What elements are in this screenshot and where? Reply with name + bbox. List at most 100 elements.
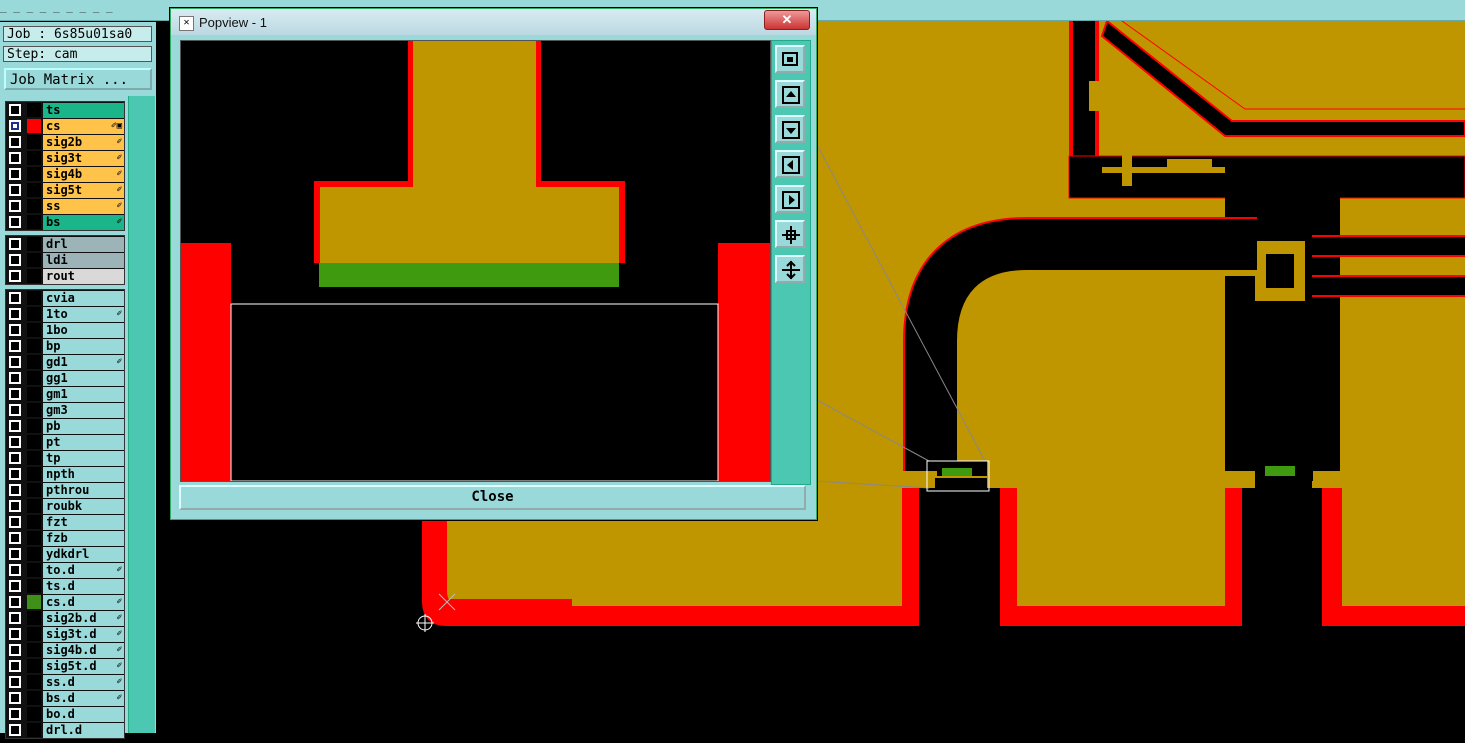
layer-row[interactable]: gd1 ✐: [6, 354, 124, 370]
layer-color-swatch[interactable]: [27, 237, 41, 251]
layer-checkbox[interactable]: [9, 372, 21, 384]
layer-color-swatch[interactable]: [27, 307, 41, 321]
layer-row[interactable]: rout: [6, 268, 124, 284]
layer-checkbox[interactable]: [9, 708, 21, 720]
layer-name[interactable]: tp: [43, 450, 124, 466]
pan-left-button[interactable]: [775, 150, 805, 178]
layer-checkbox[interactable]: [9, 580, 21, 592]
layer-row[interactable]: bo.d: [6, 706, 124, 722]
layer-row[interactable]: gg1: [6, 370, 124, 386]
layer-row[interactable]: 1to ✐: [6, 306, 124, 322]
layer-checkbox[interactable]: [9, 184, 21, 196]
layer-checkbox[interactable]: [9, 200, 21, 212]
layer-checkbox[interactable]: [9, 404, 21, 416]
layer-name[interactable]: 1bo: [43, 322, 124, 338]
layer-checkbox[interactable]: [9, 104, 21, 116]
layer-color-swatch[interactable]: [27, 499, 41, 513]
layer-checkbox[interactable]: [9, 388, 21, 400]
layer-checkbox[interactable]: [9, 238, 21, 250]
layer-checkbox[interactable]: [9, 120, 21, 132]
layer-name[interactable]: sig2b.d ✐: [43, 610, 124, 626]
layer-row[interactable]: fzt: [6, 514, 124, 530]
layer-checkbox[interactable]: [9, 548, 21, 560]
layer-color-swatch[interactable]: [27, 215, 41, 229]
layer-color-swatch[interactable]: [27, 611, 41, 625]
layer-row[interactable]: pt: [6, 434, 124, 450]
layer-checkbox[interactable]: [9, 292, 21, 304]
layer-row[interactable]: tp: [6, 450, 124, 466]
layer-name[interactable]: sig5t.d ✐: [43, 658, 124, 674]
layer-checkbox[interactable]: [9, 564, 21, 576]
layer-color-swatch[interactable]: [27, 199, 41, 213]
layer-checkbox[interactable]: [9, 324, 21, 336]
layer-color-swatch[interactable]: [27, 419, 41, 433]
pan-down-button[interactable]: [775, 115, 805, 143]
layer-color-swatch[interactable]: [27, 659, 41, 673]
layer-name[interactable]: bp: [43, 338, 124, 354]
layer-row[interactable]: bs ✐: [6, 214, 124, 230]
layer-checkbox[interactable]: [9, 516, 21, 528]
layer-checkbox[interactable]: [9, 724, 21, 736]
layer-name[interactable]: bo.d: [43, 706, 124, 722]
layer-name[interactable]: sig4b.d ✐: [43, 642, 124, 658]
layer-name[interactable]: to.d ✐: [43, 562, 124, 578]
layer-row[interactable]: gm3: [6, 402, 124, 418]
close-button[interactable]: Close: [179, 485, 806, 510]
layer-name[interactable]: drl.d: [43, 722, 124, 738]
layer-name[interactable]: cvia: [43, 290, 124, 306]
layer-name[interactable]: pthrou: [43, 482, 124, 498]
layer-checkbox[interactable]: [9, 628, 21, 640]
layer-name[interactable]: sig3t.d ✐: [43, 626, 124, 642]
layer-color-swatch[interactable]: [27, 291, 41, 305]
layer-color-swatch[interactable]: [27, 627, 41, 641]
layer-color-swatch[interactable]: [27, 403, 41, 417]
layer-name[interactable]: sig2b ✐: [43, 134, 124, 150]
layer-row[interactable]: cs ✐▣: [6, 118, 124, 134]
layer-row[interactable]: gm1: [6, 386, 124, 402]
layer-color-swatch[interactable]: [27, 467, 41, 481]
layer-checkbox[interactable]: [9, 340, 21, 352]
layer-name[interactable]: pt: [43, 434, 124, 450]
layer-checkbox[interactable]: [9, 676, 21, 688]
layer-color-swatch[interactable]: [27, 253, 41, 267]
layer-row[interactable]: ss.d ✐: [6, 674, 124, 690]
layer-row[interactable]: 1bo: [6, 322, 124, 338]
layer-color-swatch[interactable]: [27, 579, 41, 593]
layer-checkbox[interactable]: [9, 420, 21, 432]
layer-color-swatch[interactable]: [27, 707, 41, 721]
layer-row[interactable]: ldi: [6, 252, 124, 268]
zoom-window-button[interactable]: [775, 45, 805, 73]
layer-color-swatch[interactable]: [27, 371, 41, 385]
layer-checkbox[interactable]: [9, 254, 21, 266]
layer-name[interactable]: pb: [43, 418, 124, 434]
layer-row[interactable]: roubk: [6, 498, 124, 514]
layer-color-swatch[interactable]: [27, 723, 41, 737]
layer-color-swatch[interactable]: [27, 387, 41, 401]
layer-row[interactable]: cvia: [6, 290, 124, 306]
layer-color-swatch[interactable]: [27, 119, 41, 133]
layer-name[interactable]: sig5t ✐: [43, 182, 124, 198]
layer-name[interactable]: fzt: [43, 514, 124, 530]
layer-checkbox[interactable]: [9, 660, 21, 672]
layer-row[interactable]: to.d ✐: [6, 562, 124, 578]
layer-name[interactable]: npth: [43, 466, 124, 482]
layer-checkbox[interactable]: [9, 468, 21, 480]
layer-row[interactable]: drl.d: [6, 722, 124, 738]
layer-checkbox[interactable]: [9, 452, 21, 464]
job-matrix-button[interactable]: Job Matrix ...: [4, 68, 152, 90]
layer-name[interactable]: ldi: [43, 252, 124, 268]
layer-color-swatch[interactable]: [27, 135, 41, 149]
layer-name[interactable]: gg1: [43, 370, 124, 386]
layer-name[interactable]: gd1 ✐: [43, 354, 124, 370]
layer-name[interactable]: ydkdrl: [43, 546, 124, 562]
layer-color-swatch[interactable]: [27, 563, 41, 577]
popview-titlebar[interactable]: ✕ Popview - 1 ✕: [171, 9, 816, 35]
layer-name[interactable]: gm1: [43, 386, 124, 402]
layer-checkbox[interactable]: [9, 152, 21, 164]
layer-name[interactable]: drl: [43, 236, 124, 252]
layer-row[interactable]: fzb: [6, 530, 124, 546]
layer-color-swatch[interactable]: [27, 435, 41, 449]
layer-row[interactable]: npth: [6, 466, 124, 482]
layer-color-swatch[interactable]: [27, 515, 41, 529]
layer-name[interactable]: rout: [43, 268, 124, 284]
